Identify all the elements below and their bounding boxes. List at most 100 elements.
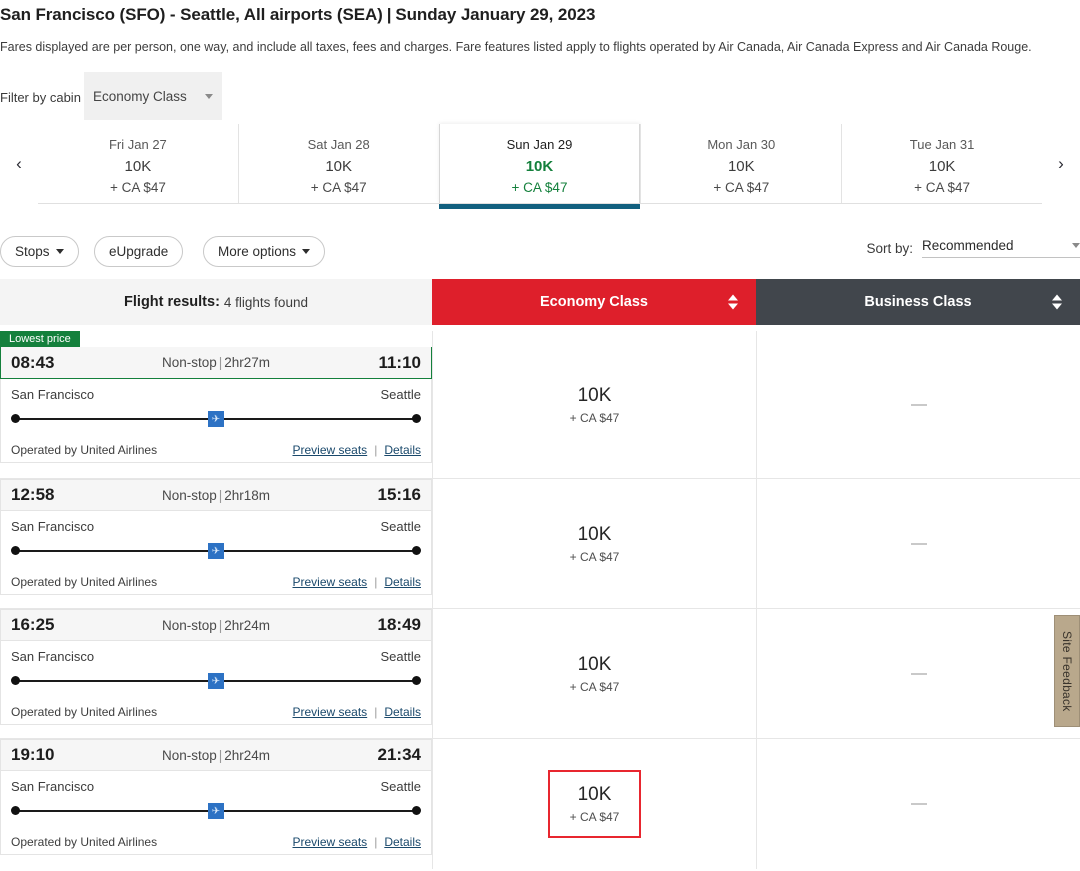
fare-cash: + CA $47 — [569, 410, 620, 425]
destination-city: Seattle — [380, 649, 421, 664]
route-origin-dot — [11, 546, 20, 555]
operator-label: Operated by United Airlines — [11, 442, 158, 457]
fare-cell-business — [756, 331, 1080, 478]
date-cell-cash: + CA $47 — [713, 180, 770, 195]
route-cities: San Francisco Seattle — [11, 641, 421, 664]
flight-action-links: Preview seats | Details — [292, 443, 421, 457]
date-cell-dow: Mon Jan 30 — [707, 137, 776, 152]
date-cell-points: 10K — [325, 158, 353, 175]
details-link[interactable]: Details — [384, 835, 421, 849]
departure-time: 08:43 — [11, 352, 55, 372]
column-header-economy-class[interactable]: Economy Class — [432, 279, 756, 325]
date-cell-cash: + CA $47 — [310, 180, 367, 195]
date-cell-sat-jan-28[interactable]: Sat Jan 28 10K + CA $47 — [237, 124, 439, 204]
destination-city: Seattle — [380, 387, 421, 402]
details-link[interactable]: Details — [384, 705, 421, 719]
route-cities: San Francisco Seattle — [11, 379, 421, 402]
fare-cell-business — [756, 739, 1080, 869]
fare-cell-economy[interactable]: 10K + CA $47 — [432, 331, 756, 478]
fare-unavailable-dash — [910, 803, 927, 805]
route-destination-dot — [412, 414, 421, 423]
eupgrade-filter-button[interactable]: eUpgrade — [94, 236, 184, 267]
departure-time: 19:10 — [11, 745, 55, 764]
chevron-down-icon — [1072, 243, 1080, 248]
date-cell-dow: Sun Jan 29 — [506, 137, 573, 152]
date-cell-mon-jan-30[interactable]: Mon Jan 30 10K + CA $47 — [640, 124, 842, 204]
flight-results-count: 4 flights found — [223, 294, 308, 310]
sort-by-select[interactable]: Recommended — [922, 238, 1080, 258]
stops-filter-button[interactable]: Stops — [0, 236, 79, 267]
date-cell-dow: Sat Jan 28 — [307, 137, 370, 152]
route-visual: San Francisco Seattle ✈ — [0, 511, 432, 569]
date-strip-next-button[interactable]: › — [1042, 124, 1080, 204]
sort-by-value: Recommended — [922, 238, 1014, 253]
flight-stops-duration: Non-stop | 2hr18m — [91, 488, 341, 503]
site-feedback-tab[interactable]: Site Feedback — [1054, 615, 1080, 727]
text-separator: | — [374, 834, 378, 849]
fare-points: 10K — [577, 523, 612, 545]
route-line: ✈ — [11, 803, 421, 819]
date-cell-cash: + CA $47 — [914, 180, 971, 195]
text-separator: | — [374, 442, 378, 457]
preview-seats-link[interactable]: Preview seats — [292, 443, 367, 457]
more-options-button[interactable]: More options — [203, 236, 326, 267]
date-cell-cash: + CA $47 — [511, 180, 568, 195]
date-cell-points: 10K — [124, 158, 152, 175]
route-origin-dot — [11, 414, 20, 423]
date-cell-fri-jan-27[interactable]: Fri Jan 27 10K + CA $47 — [38, 124, 238, 204]
airplane-icon: ✈ — [208, 543, 224, 559]
fare-cell-economy[interactable]: 10K + CA $47 — [432, 609, 756, 738]
caret-down-icon — [728, 303, 738, 310]
destination-city: Seattle — [380, 519, 421, 534]
caret-up-icon — [1052, 294, 1062, 301]
column-header-business-class[interactable]: Business Class — [756, 279, 1080, 325]
route-line: ✈ — [11, 411, 421, 427]
date-strip-prev-button[interactable]: ‹ — [0, 124, 38, 204]
flight-stops-duration: Non-stop | 2hr24m — [91, 618, 341, 633]
date-cell-sun-jan-29[interactable]: Sun Jan 29 10K + CA $47 — [438, 124, 641, 209]
route-visual: San Francisco Seattle ✈ — [0, 379, 432, 437]
flight-operator-row: Operated by United Airlines Preview seat… — [0, 699, 432, 725]
caret-down-icon — [1052, 303, 1062, 310]
table-row: 16:25 Non-stop | 2hr24m 18:49 San Francisc… — [0, 608, 1080, 738]
preview-seats-link[interactable]: Preview seats — [292, 705, 367, 719]
sort-toggle-icon[interactable] — [1052, 294, 1062, 310]
date-cell-tue-jan-31[interactable]: Tue Jan 31 10K + CA $47 — [841, 124, 1042, 204]
flight-stops-duration: Non-stop | 2hr27m — [91, 355, 341, 370]
fare-unavailable-dash — [910, 542, 927, 545]
fare-disclaimer: Fares displayed are per person, one way,… — [0, 40, 1032, 54]
chevron-left-icon: ‹ — [16, 154, 22, 173]
airplane-icon: ✈ — [208, 673, 224, 689]
date-cell-points: 10K — [928, 158, 956, 175]
flight-results-title: Flight results: — [124, 294, 220, 310]
arrival-time: 18:49 — [377, 615, 421, 634]
sort-toggle-icon[interactable] — [728, 294, 738, 310]
stops-filter-label: Stops — [15, 244, 50, 259]
table-row: 12:58 Non-stop | 2hr18m 15:16 San Francisc… — [0, 478, 1080, 608]
sort-by-label: Sort by: — [866, 240, 913, 256]
fare-cell-economy-selected[interactable]: 10K + CA $47 — [432, 739, 756, 869]
page-title-separator: | — [386, 5, 392, 24]
date-cell-points: 10K — [727, 158, 755, 175]
chevron-right-icon: › — [1058, 154, 1064, 173]
flight-action-links: Preview seats | Details — [292, 705, 421, 719]
caret-up-icon — [728, 294, 738, 301]
cabin-filter-select[interactable]: Economy Class — [84, 72, 222, 120]
details-link[interactable]: Details — [384, 575, 421, 589]
fare-cell-economy[interactable]: 10K + CA $47 — [432, 479, 756, 608]
route-visual: San Francisco Seattle ✈ — [0, 641, 432, 699]
flight-duration: 2hr24m — [224, 747, 271, 763]
fare-unavailable-dash — [910, 672, 927, 675]
origin-city: San Francisco — [11, 649, 95, 664]
fare-points: 10K — [577, 653, 612, 675]
destination-city: Seattle — [380, 779, 421, 794]
flight-stops: Non-stop — [161, 487, 217, 503]
preview-seats-link[interactable]: Preview seats — [292, 835, 367, 849]
route-origin-dot — [11, 676, 20, 685]
departure-time: 16:25 — [11, 615, 55, 634]
fare-cash: + CA $47 — [569, 810, 620, 824]
fare-selection-box[interactable]: 10K + CA $47 — [547, 770, 642, 838]
date-cells: Fri Jan 27 10K + CA $47 Sat Jan 28 10K +… — [38, 124, 1042, 209]
details-link[interactable]: Details — [384, 443, 421, 457]
preview-seats-link[interactable]: Preview seats — [292, 575, 367, 589]
